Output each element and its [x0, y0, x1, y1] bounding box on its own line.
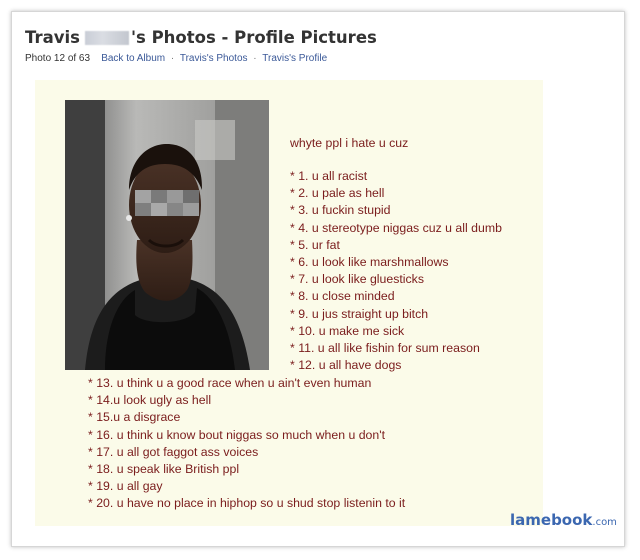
list-item: * 11. u all like fishin for sum reason — [290, 341, 480, 356]
back-to-album-link[interactable]: Back to Album — [101, 53, 165, 64]
watermark-domain: .com — [592, 517, 617, 528]
list-item: * 18. u speak like British ppl — [88, 462, 240, 477]
separator-dot: · — [170, 53, 175, 64]
profile-photo-image — [65, 100, 269, 370]
list-item: * 17. u all got faggot ass voices — [88, 444, 259, 459]
list-right-column: * 1. u all racist * 2. u pale as hell * … — [290, 168, 502, 374]
list-item: * 8. u close minded — [290, 289, 395, 304]
list-item: * 15.u a disgrace — [88, 410, 181, 425]
censored-name-blur — [84, 30, 129, 45]
page-title: Travis 's Photos - Profile Pictures — [25, 28, 377, 47]
title-suffix: 's Photos - Profile Pictures — [130, 28, 377, 47]
list-item: * 2. u pale as hell — [290, 186, 385, 201]
list-item: * 16. u think u know bout niggas so much… — [88, 427, 385, 442]
list-item: * 19. u all gay — [88, 479, 163, 494]
photo-viewer: whyte ppl i hate u cuz * 1. u all racist… — [35, 80, 543, 526]
list-item: * 9. u jus straight up bitch — [290, 306, 429, 321]
list-item: * 14.u look ugly as hell — [88, 393, 212, 408]
list-item: * 12. u all have dogs — [290, 358, 402, 373]
title-name: Travis — [25, 28, 80, 47]
list-item: * 20. u have no place in hiphop so u shu… — [88, 496, 406, 511]
page: Travis 's Photos - Profile Pictures Phot… — [0, 0, 640, 560]
separator-dot: · — [253, 53, 257, 64]
photo-navigation: Photo 12 of 63 Back to Album · Travis's … — [25, 53, 327, 64]
photo-count: Photo 12 of 63 — [25, 53, 91, 64]
post-intro: whyte ppl i hate u cuz — [290, 136, 409, 150]
list-item: * 3. u fuckin stupid — [290, 203, 391, 218]
list-bottom: * 13. u think u a good race when u ain't… — [88, 375, 405, 513]
photos-link[interactable]: Travis's Photos — [180, 53, 248, 64]
list-item: * 7. u look like gluesticks — [290, 272, 424, 287]
profile-photo[interactable] — [65, 100, 269, 370]
lamebook-watermark: lamebook.com — [510, 510, 617, 529]
watermark-name: lamebook — [510, 511, 593, 529]
profile-link[interactable]: Travis's Profile — [262, 53, 327, 64]
list-item: * 4. u stereotype niggas cuz u all dumb — [290, 220, 502, 235]
list-item: * 5. ur fat — [290, 237, 340, 252]
list-item: * 13. u think u a good race when u ain't… — [88, 376, 372, 390]
list-item: * 1. u all racist — [290, 169, 368, 183]
list-item: * 10. u make me sick — [290, 323, 405, 338]
list-item: * 6. u look like marshmallows — [290, 255, 449, 270]
